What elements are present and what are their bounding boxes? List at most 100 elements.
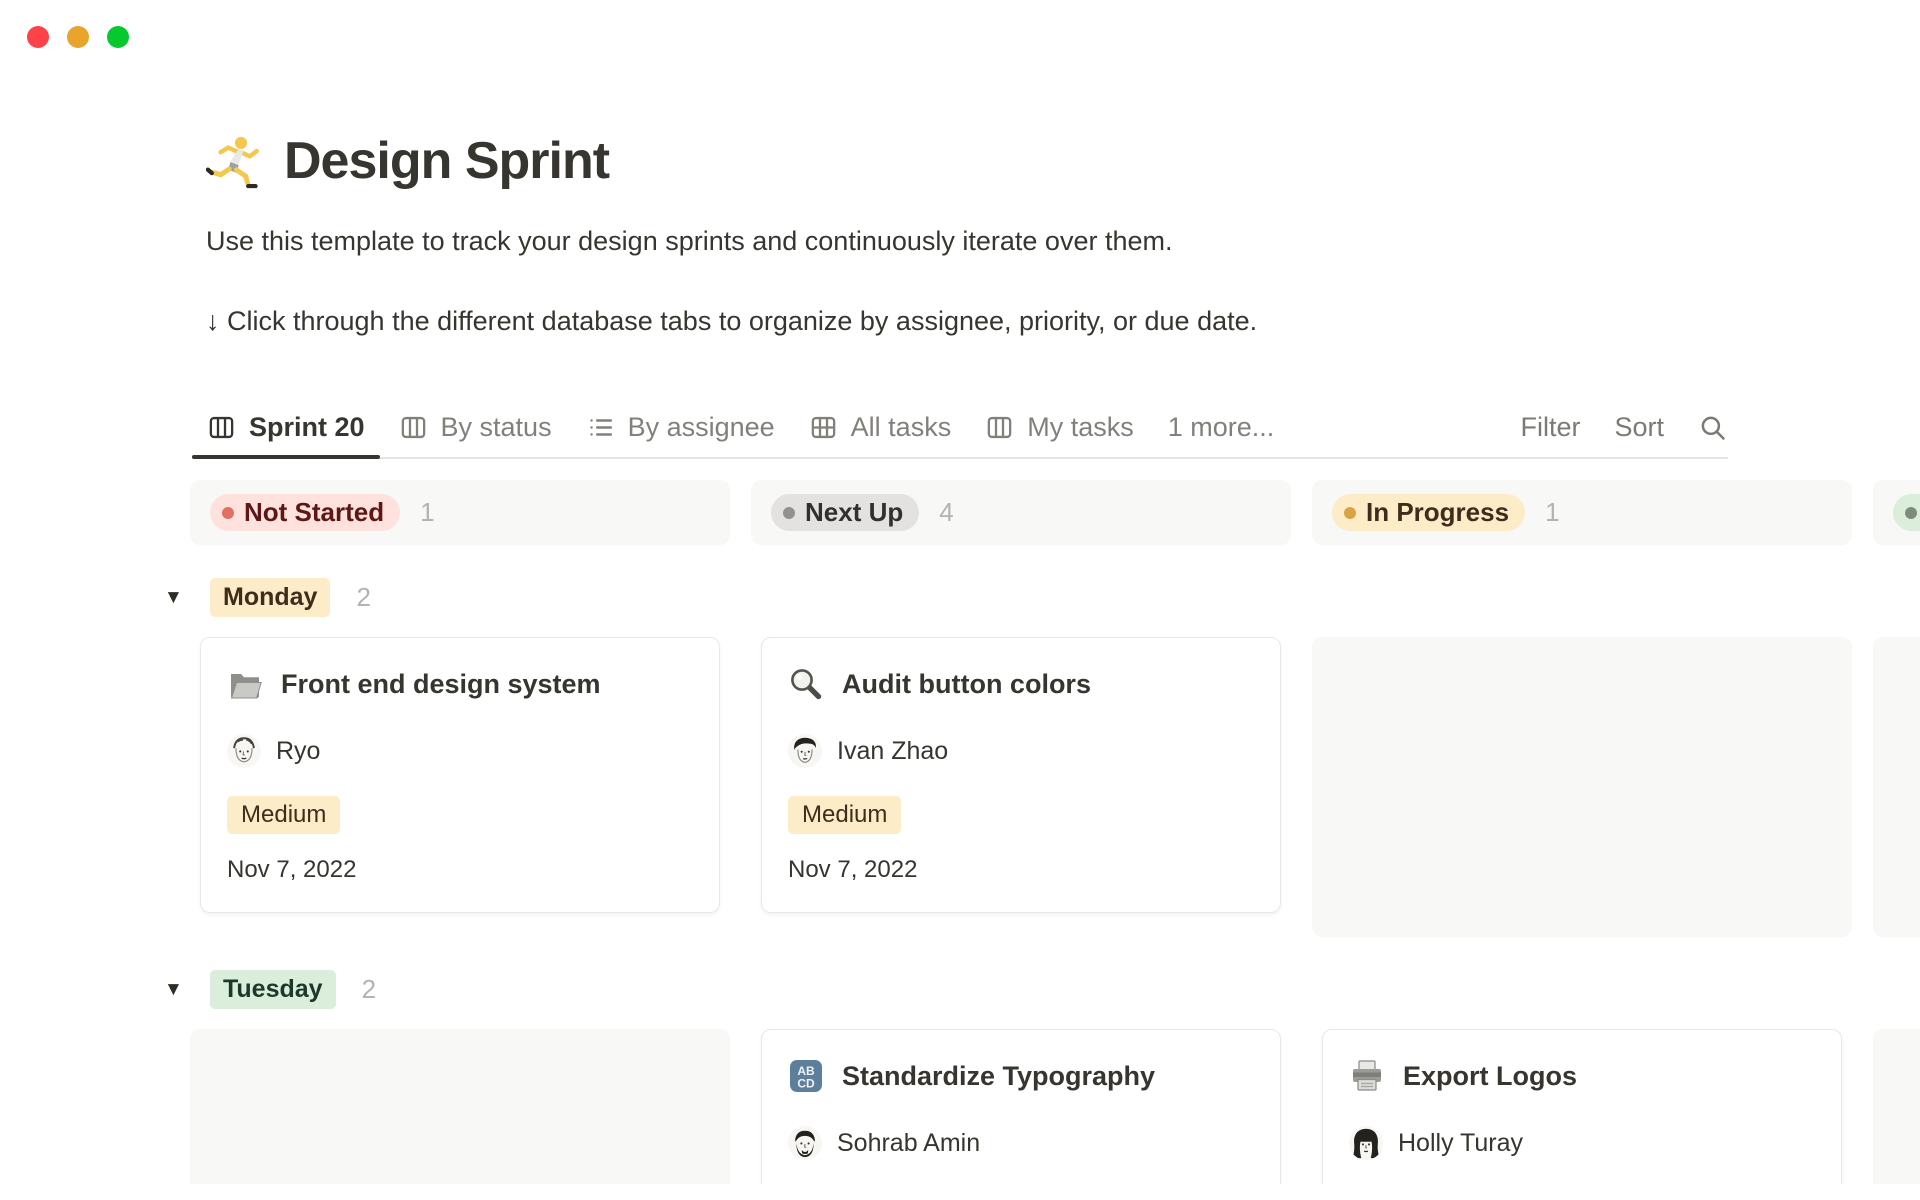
tab-label: 1 more... — [1168, 412, 1275, 443]
magnifier-icon — [788, 666, 824, 702]
column-header-next-up: Next Up 4 — [751, 480, 1291, 545]
group-count: 2 — [362, 974, 376, 1005]
board-icon — [399, 413, 428, 442]
page-header: Design Sprint Use this template to track… — [206, 128, 1706, 338]
empty-column-cell — [1873, 1029, 1920, 1184]
card-title-row: ABCDStandardize Typography — [788, 1058, 1254, 1094]
list-icon — [586, 413, 615, 442]
sketch-long-hair-avatar — [1349, 1126, 1383, 1160]
card-assignee: Sohrab Amin — [788, 1126, 1254, 1160]
column-header-partial-right — [1873, 480, 1920, 545]
empty-column-cell — [1312, 637, 1852, 937]
tab-1-more[interactable]: 1 more... — [1153, 398, 1290, 457]
column-count: 4 — [939, 497, 953, 528]
card-wrapper: Audit button colors Ivan Zhao Medium Nov 7,… — [751, 637, 1291, 913]
assignee-name: Holly Turay — [1398, 1129, 1523, 1158]
card-export-logos[interactable]: Export Logos Holly TurayHigh — [1322, 1029, 1842, 1184]
priority-row: Medium — [227, 768, 693, 834]
empty-column-cell — [190, 1029, 730, 1184]
card-audit-button-colors[interactable]: Audit button colors Ivan Zhao Medium Nov 7,… — [761, 637, 1281, 913]
group-count: 2 — [356, 582, 370, 613]
tab-label: My tasks — [1027, 412, 1134, 443]
card-standardize-typography[interactable]: ABCDStandardize Typography Sohrab AminLow — [761, 1029, 1281, 1184]
column-header-bar: Next Up 4 — [751, 480, 1291, 545]
notion-window: Design Sprint Use this template to track… — [0, 0, 1920, 1200]
status-dot — [1905, 507, 1917, 519]
card-title-row: Audit button colors — [788, 666, 1254, 702]
board-cell — [1873, 1029, 1920, 1184]
priority-row: Medium — [788, 768, 1254, 834]
status-dot — [222, 507, 234, 519]
sketch-beard-avatar — [788, 1126, 822, 1160]
assignee-name: Ivan Zhao — [837, 737, 948, 766]
abcd-icon: ABCD — [788, 1058, 824, 1094]
collapse-triangle-icon[interactable]: ▼ — [164, 970, 188, 1009]
close-window-button[interactable] — [27, 26, 49, 48]
priority-label: Medium — [241, 801, 326, 829]
column-header-bar: Not Started 1 — [190, 480, 730, 545]
tab-by-assignee[interactable]: By assignee — [571, 398, 790, 457]
card-assignee: Ivan Zhao — [788, 734, 1254, 768]
status-pill-next-up[interactable]: Next Up — [771, 494, 919, 531]
tab-my-tasks[interactable]: My tasks — [970, 398, 1149, 457]
minimize-window-button[interactable] — [67, 26, 89, 48]
card-front-end-design-system[interactable]: Front end design systemRyoMediumNov 7, 2… — [200, 637, 720, 913]
card-wrapper: Export Logos Holly TurayHigh — [1312, 1029, 1852, 1184]
board-area: Not Started 1 Next Up 4 In Progress 1 ▼ Monday 2… — [0, 480, 1920, 1184]
sort-button[interactable]: Sort — [1614, 412, 1664, 443]
card-wrapper: Front end design systemRyoMediumNov 7, 2… — [190, 637, 730, 913]
status-dot — [783, 507, 795, 519]
board-icon — [207, 413, 236, 442]
card-due-date: Nov 7, 2022 — [788, 856, 1254, 884]
card-title-row: Front end design system — [227, 666, 693, 702]
tab-label: All tasks — [851, 412, 952, 443]
priority-row: High — [1349, 1160, 1815, 1184]
page-hint: ↓ Click through the different database t… — [206, 304, 1706, 338]
table-icon — [809, 413, 838, 442]
cards-row-tuesday: ABCDStandardize Typography Sohrab AminLow… — [190, 1029, 1920, 1184]
status-pill-partial-right[interactable] — [1893, 494, 1920, 531]
card-title: Export Logos — [1403, 1061, 1577, 1092]
folder-icon — [227, 666, 263, 702]
group-header-monday: ▼ Monday 2 — [164, 578, 1920, 617]
card-title: Audit button colors — [842, 669, 1091, 700]
tab-by-status[interactable]: By status — [384, 398, 567, 457]
svg-text:CD: CD — [797, 1077, 815, 1091]
card-title-row: Export Logos — [1349, 1058, 1815, 1094]
board-cell — [1873, 637, 1920, 937]
column-count: 1 — [1545, 497, 1559, 528]
empty-column-cell — [1873, 637, 1920, 937]
status-pill-in-progress[interactable]: In Progress — [1332, 494, 1525, 531]
status-label: Not Started — [244, 497, 384, 528]
column-header-bar: In Progress 1 — [1312, 480, 1852, 545]
runner-icon[interactable] — [206, 133, 262, 189]
board-column-headers: Not Started 1 Next Up 4 In Progress 1 — [190, 480, 1920, 545]
collapse-triangle-icon[interactable]: ▼ — [164, 578, 188, 617]
filter-button[interactable]: Filter — [1520, 412, 1580, 443]
status-pill-not-started[interactable]: Not Started — [210, 494, 400, 531]
column-count: 1 — [420, 497, 434, 528]
group-tag-tuesday[interactable]: Tuesday — [210, 970, 336, 1009]
tab-sprint-20[interactable]: Sprint 20 — [192, 398, 380, 457]
status-label: Next Up — [805, 497, 903, 528]
tab-label: By status — [441, 412, 552, 443]
status-dot — [1344, 507, 1356, 519]
toolbar-actions: Filter Sort — [1520, 398, 1728, 457]
page-title: Design Sprint — [284, 131, 609, 191]
search-icon[interactable] — [1698, 413, 1728, 443]
card-assignee: Holly Turay — [1349, 1126, 1815, 1160]
active-tab-underline — [192, 455, 380, 459]
card-wrapper: ABCDStandardize Typography Sohrab AminLow — [751, 1029, 1291, 1184]
priority-pill-medium: Medium — [227, 796, 340, 834]
priority-row: Low — [788, 1160, 1254, 1184]
column-header-bar — [1873, 480, 1920, 545]
card-assignee: Ryo — [227, 734, 693, 768]
zoom-window-button[interactable] — [107, 26, 129, 48]
sketch-short-hair-avatar — [227, 734, 261, 768]
priority-label: Medium — [802, 801, 887, 829]
tab-all-tasks[interactable]: All tasks — [794, 398, 967, 457]
group-tag-monday[interactable]: Monday — [210, 578, 330, 617]
page-description: Use this template to track your design s… — [206, 224, 1706, 258]
sketch-curly-hair-avatar — [788, 734, 822, 768]
printer-icon — [1349, 1058, 1385, 1094]
